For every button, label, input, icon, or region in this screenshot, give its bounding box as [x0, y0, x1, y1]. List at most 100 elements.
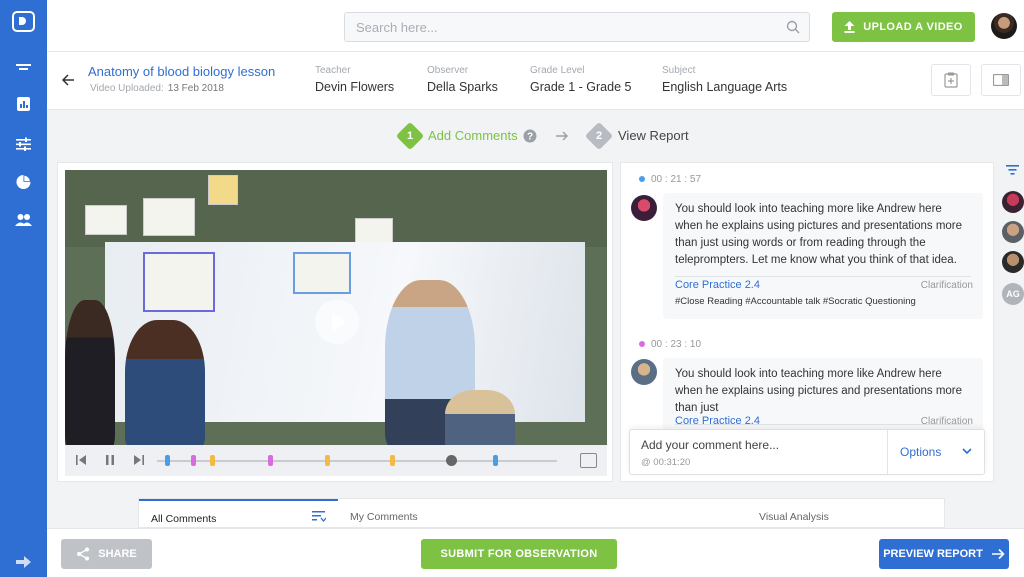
share-button[interactable]: SHARE [61, 539, 152, 569]
field-value: English Language Arts [662, 80, 788, 94]
upload-video-label: UPLOAD A VIDEO [863, 21, 963, 33]
comment-text: You should look into teaching more like … [675, 368, 963, 414]
search-input[interactable] [345, 13, 775, 41]
users-icon[interactable] [14, 212, 33, 228]
comment-marker[interactable] [325, 455, 330, 466]
comment-marker[interactable] [493, 455, 498, 466]
step-badge-2: 2 [584, 121, 614, 151]
field-value: Grade 1 - Grade 5 [530, 80, 632, 94]
wall-poster [208, 175, 238, 205]
video-uploaded-info: Video Uploaded: 13 Feb 2018 [90, 83, 224, 94]
comment-time-stamp: @ 00:31:20 [641, 457, 691, 468]
expand-arrow-icon[interactable] [14, 555, 32, 569]
video-player[interactable] [65, 170, 607, 445]
filter-icon[interactable] [14, 60, 33, 76]
upload-video-button[interactable]: UPLOAD A VIDEO [832, 12, 975, 42]
uploaded-date: 13 Feb 2018 [167, 83, 224, 94]
comment-text: You should look into teaching more like … [675, 203, 963, 266]
step-badge-1: 1 [395, 121, 425, 151]
tab-visual-analysis[interactable]: Visual Analysis [759, 499, 829, 529]
student-figure [445, 390, 515, 445]
back-arrow-icon[interactable] [60, 72, 76, 88]
wall-poster [143, 198, 195, 236]
video-controls [65, 445, 607, 476]
lesson-title[interactable]: Anatomy of blood biology lesson [88, 64, 275, 79]
divider [675, 276, 971, 277]
chevron-down-icon [962, 448, 972, 455]
comment-timestamp[interactable]: 00 : 21 : 57 [639, 174, 701, 185]
field-label: Observer [427, 65, 469, 76]
comment-card[interactable]: You should look into teaching more like … [663, 193, 983, 319]
preview-report-label: PREVIEW REPORT [883, 548, 983, 560]
uploaded-label: Video Uploaded: [90, 83, 164, 94]
filter-icon[interactable] [1006, 165, 1019, 175]
comment-marker[interactable] [165, 455, 170, 466]
pause-icon[interactable] [104, 454, 116, 466]
sliders-icon[interactable] [14, 136, 33, 152]
arrow-right-icon [991, 548, 1005, 560]
play-button[interactable] [315, 300, 359, 344]
app-logo-icon[interactable] [12, 11, 35, 32]
comment-tags: #Close Reading #Accountable talk #Socrat… [675, 296, 916, 307]
panel-layout-icon [993, 74, 1009, 86]
skip-back-icon[interactable] [75, 454, 87, 466]
workflow-steps: 1 Add Comments ? 2 View Report [47, 110, 1024, 160]
help-icon[interactable]: ? [523, 129, 537, 143]
submit-for-observation-button[interactable]: SUBMIT FOR OBSERVATION [421, 539, 617, 569]
student-figure [65, 300, 115, 445]
comment-timestamp[interactable]: 00 : 23 : 10 [639, 339, 701, 350]
participant-avatar[interactable] [1002, 221, 1024, 243]
clipboard-button[interactable] [931, 64, 971, 96]
teacher-field: Teacher Devin Flowers [315, 65, 394, 94]
clipboard-icon [944, 72, 958, 88]
comment-card[interactable]: You should look into teaching more like … [663, 358, 983, 433]
core-practice-link[interactable]: Core Practice 2.4 [675, 279, 760, 291]
step-view-report[interactable]: View Report [618, 128, 689, 143]
commenter-avatar [631, 195, 657, 221]
comments-panel: 00 : 21 : 57 You should look into teachi… [620, 162, 994, 482]
comment-marker[interactable] [210, 455, 215, 466]
layout-toggle-button[interactable] [981, 64, 1021, 96]
playhead[interactable] [446, 455, 457, 466]
pie-chart-icon[interactable] [14, 174, 33, 190]
add-screen-icon[interactable] [580, 453, 597, 468]
search-icon[interactable] [786, 20, 800, 34]
bar-chart-icon[interactable] [14, 96, 33, 112]
tab-label: All Comments [151, 513, 217, 525]
participant-initials-avatar[interactable]: AG [1002, 283, 1024, 305]
sort-filter-icon[interactable] [312, 511, 326, 522]
comment-marker[interactable] [390, 455, 395, 466]
participant-avatar[interactable] [1002, 191, 1024, 213]
student-figure [125, 320, 205, 445]
user-avatar[interactable] [991, 13, 1017, 39]
skip-forward-icon[interactable] [133, 454, 145, 466]
bottom-action-bar: SHARE SUBMIT FOR OBSERVATION PREVIEW REP… [47, 528, 1024, 577]
field-label: Subject [662, 65, 696, 76]
comment-marker[interactable] [268, 455, 273, 466]
subject-field: Subject English Language Arts [662, 65, 787, 94]
sidebar [0, 0, 47, 577]
field-label: Teacher [315, 65, 351, 76]
step-add-comments[interactable]: Add Comments [428, 128, 518, 143]
board-diagram [143, 252, 215, 312]
options-label: Options [900, 445, 942, 459]
svg-text:?: ? [527, 132, 533, 143]
tab-my-comments[interactable]: My Comments [350, 499, 418, 529]
step-number: 1 [406, 130, 414, 142]
share-label: SHARE [98, 548, 137, 560]
arrow-right-icon [556, 131, 568, 141]
comment-tabs: All Comments My Comments Visual Analysis [138, 498, 945, 528]
search-box [344, 12, 810, 42]
preview-report-button[interactable]: PREVIEW REPORT [879, 539, 1009, 569]
top-bar: UPLOAD A VIDEO [47, 0, 1024, 52]
options-dropdown[interactable]: Options [887, 430, 985, 474]
tab-all-comments[interactable]: All Comments [139, 499, 338, 529]
comment-category: Clarification [920, 280, 973, 291]
comment-input[interactable] [630, 436, 885, 454]
share-icon [77, 547, 90, 561]
video-panel [57, 162, 613, 482]
participant-avatar[interactable] [1002, 251, 1024, 273]
core-practice-link[interactable]: Core Practice 2.4 [675, 415, 760, 427]
commenter-avatar [631, 359, 657, 385]
comment-marker[interactable] [191, 455, 196, 466]
